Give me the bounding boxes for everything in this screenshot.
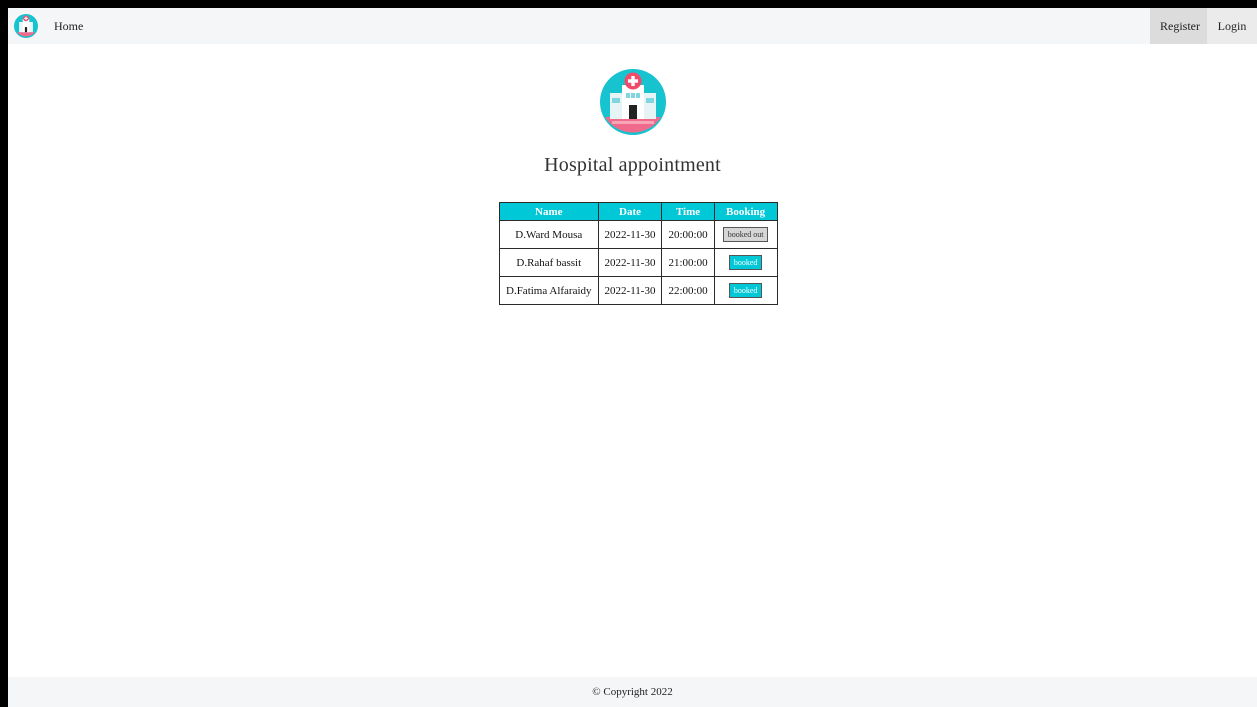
page-title: Hospital appointment (544, 154, 721, 176)
nav-home-link[interactable]: Home (54, 8, 83, 44)
page-frame: Home Register Login Hospital appointment… (8, 8, 1257, 707)
table-header-row: Name Date Time Booking (499, 202, 778, 221)
header-booking: Booking (713, 202, 778, 221)
table-row: D.Rahaf bassit 2022-11-30 21:00:00 booke… (499, 248, 778, 277)
book-button[interactable]: booked (728, 283, 763, 298)
copyright-text: © Copyright 2022 (592, 686, 673, 698)
login-button[interactable]: Login (1207, 8, 1257, 44)
footer: © Copyright 2022 (8, 677, 1257, 707)
cell-booking: booked out (713, 220, 778, 249)
cell-time: 22:00:00 (661, 276, 715, 305)
cell-date: 2022-11-30 (597, 276, 663, 305)
cell-booking: booked (713, 276, 778, 305)
nav-auth-group: Register Login (1150, 8, 1257, 44)
cell-doctor-name: D.Rahaf bassit (499, 248, 599, 277)
cell-booking: booked (713, 248, 778, 277)
cell-time: 21:00:00 (661, 248, 715, 277)
cell-time: 20:00:00 (661, 220, 715, 249)
cell-date: 2022-11-30 (597, 248, 663, 277)
hospital-building-icon (600, 69, 666, 135)
appointments-table: Name Date Time Booking D.Ward Mousa 2022… (499, 202, 778, 305)
cell-doctor-name: D.Ward Mousa (499, 220, 599, 249)
booked-out-button[interactable]: booked out (722, 227, 769, 242)
table-row: D.Ward Mousa 2022-11-30 20:00:00 booked … (499, 220, 778, 249)
book-button[interactable]: booked (728, 255, 763, 270)
cell-date: 2022-11-30 (597, 220, 663, 249)
header-date: Date (597, 202, 663, 221)
header-time: Time (661, 202, 715, 221)
top-navbar: Home Register Login (8, 8, 1257, 44)
register-button[interactable]: Register (1150, 8, 1207, 44)
hospital-logo-icon[interactable] (14, 14, 38, 38)
table-row: D.Fatima Alfaraidy 2022-11-30 22:00:00 b… (499, 276, 778, 305)
cell-doctor-name: D.Fatima Alfaraidy (499, 276, 599, 305)
header-name: Name (499, 202, 599, 221)
